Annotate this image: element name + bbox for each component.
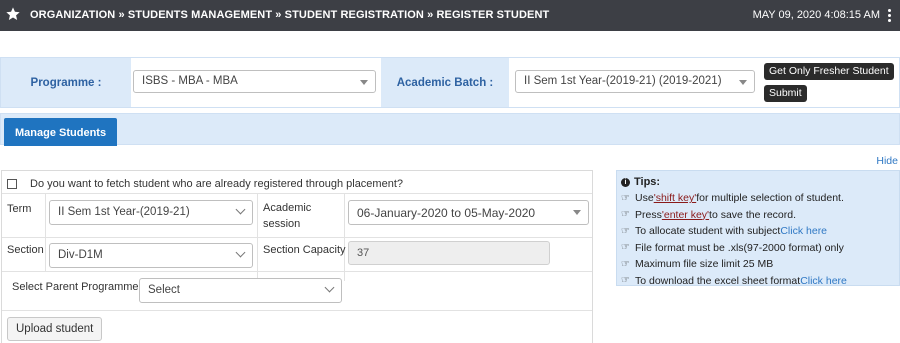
caret-down-icon: [573, 210, 581, 215]
section-capacity-field: 37: [348, 241, 550, 265]
section-select[interactable]: Div-D1M: [49, 243, 253, 268]
top-bar: ORGANIZATION » STUDENTS MANAGEMENT » STU…: [0, 0, 900, 31]
tab-bar: Manage Students: [0, 113, 900, 146]
programme-value: ISBS - MBA - MBA: [142, 75, 238, 87]
get-fresher-student-button[interactable]: Get Only Fresher Student: [764, 63, 894, 80]
chevron-down-icon: [324, 282, 335, 293]
caret-down-icon: [360, 80, 368, 85]
more-menu-icon[interactable]: [888, 9, 892, 22]
academic-session-value: 06-January-2020 to 05-May-2020: [357, 206, 536, 220]
parent-programme-select[interactable]: Select: [139, 278, 342, 303]
tab-manage-students[interactable]: Manage Students: [4, 118, 118, 146]
placement-checkbox[interactable]: [7, 179, 17, 189]
breadcrumb: ORGANIZATION » STUDENTS MANAGEMENT » STU…: [30, 9, 550, 21]
tip-item: ☞ Maximum file size limit 25 MB: [621, 258, 774, 271]
hand-pointer-icon: ☞: [621, 242, 630, 254]
hand-pointer-icon: ☞: [621, 258, 630, 270]
academic-batch-label: Academic Batch :: [381, 58, 509, 107]
tips-title: Tips:: [634, 176, 661, 188]
info-icon: i: [621, 177, 630, 187]
student-form: Do you want to fetch student who are alr…: [1, 170, 593, 343]
upload-student-button[interactable]: Upload student: [7, 317, 103, 341]
hand-pointer-icon: ☞: [621, 209, 630, 221]
term-value: II Sem 1st Year-(2019-21): [58, 206, 190, 218]
tip-item: ☞ To download the excel sheet format Cli…: [621, 274, 847, 287]
programme-select[interactable]: ISBS - MBA - MBA: [133, 70, 376, 93]
section-label: Section: [7, 244, 44, 256]
chevron-down-icon: [235, 204, 246, 215]
filter-band: Programme : ISBS - MBA - MBA Academic Ba…: [0, 57, 900, 108]
caret-down-icon: [739, 80, 747, 85]
tip-item: ☞ Use 'shift key' for multiple selection…: [621, 192, 844, 205]
allocate-subject-link[interactable]: Click here: [780, 225, 827, 237]
enter-key-text: 'enter key': [661, 208, 710, 221]
section-capacity-label: Section Capacity: [263, 244, 346, 256]
academic-session-label-line2: session: [263, 218, 301, 230]
term-select[interactable]: II Sem 1st Year-(2019-21): [49, 200, 253, 225]
parent-programme-value: Select: [148, 284, 180, 296]
parent-programme-label: Select Parent Programme: [12, 281, 139, 293]
star-icon[interactable]: [5, 6, 21, 22]
tips-panel: i Tips: ☞ Use 'shift key' for multiple s…: [616, 170, 900, 287]
programme-label: Programme :: [1, 58, 131, 107]
section-value: Div-D1M: [58, 249, 103, 261]
hide-tips-link[interactable]: Hide: [876, 155, 898, 167]
academic-session-select[interactable]: 06-January-2020 to 05-May-2020: [348, 200, 589, 225]
chevron-down-icon: [235, 247, 246, 258]
hand-pointer-icon: ☞: [621, 225, 630, 237]
placement-question: Do you want to fetch student who are alr…: [30, 178, 404, 190]
term-label: Term: [7, 203, 32, 215]
hand-pointer-icon: ☞: [621, 192, 630, 204]
academic-batch-value: II Sem 1st Year-(2019-21) (2019-2021): [524, 75, 722, 87]
download-excel-format-link[interactable]: Click here: [800, 275, 847, 287]
submit-button[interactable]: Submit: [764, 85, 807, 102]
tip-item: ☞ File format must be .xls(97-2000 forma…: [621, 241, 844, 254]
shift-key-text: 'shift key': [653, 192, 697, 205]
hand-pointer-icon: ☞: [621, 275, 630, 287]
academic-batch-select[interactable]: II Sem 1st Year-(2019-21) (2019-2021): [515, 70, 755, 93]
datetime: MAY 09, 2020 4:08:15 AM: [752, 9, 880, 21]
academic-session-label-line1: Academic: [263, 202, 312, 214]
tip-item: ☞ Press 'enter key' to save the record.: [621, 208, 797, 221]
tip-item: ☞ To allocate student with subject Click…: [621, 225, 828, 238]
